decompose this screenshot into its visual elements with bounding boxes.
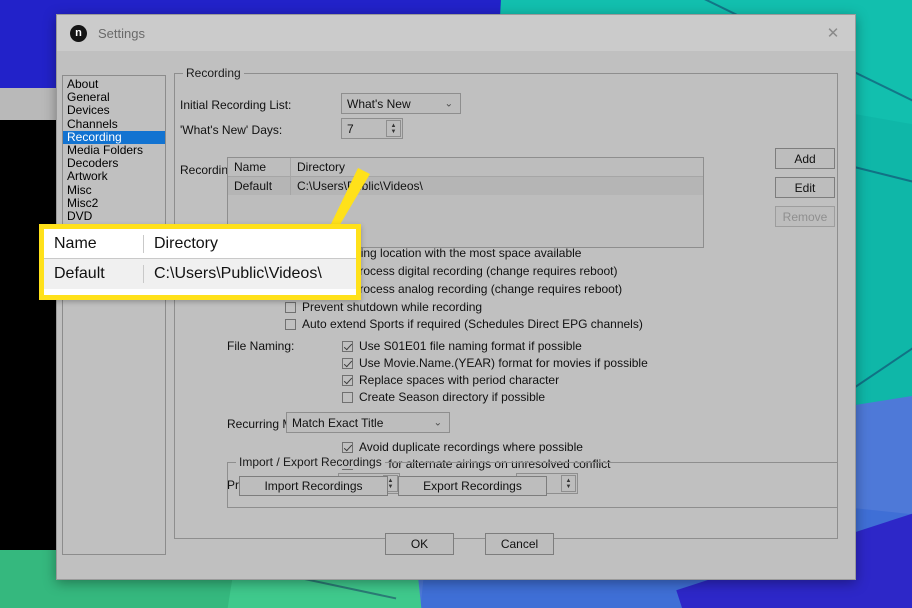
sidebar-item-recording[interactable]: Recording — [63, 130, 165, 144]
app-logo-icon: n — [70, 24, 87, 42]
option-prevent-shutdown[interactable]: Prevent shutdown while recording — [285, 300, 482, 314]
title-bar: n Settings ✕ — [57, 15, 855, 51]
callout-header-row: Name Directory — [44, 229, 356, 259]
add-button[interactable]: Add — [775, 148, 835, 169]
chevron-down-icon: ⌄ — [433, 417, 442, 428]
cancel-button[interactable]: Cancel — [485, 533, 554, 555]
file-naming-label-item: Use Movie.Name.(YEAR) format for movies … — [359, 356, 648, 370]
option-label: Prevent shutdown while recording — [302, 300, 483, 314]
spinner-arrows-icon[interactable]: ▲ ▼ — [386, 120, 401, 137]
file-naming-label-item: Create Season directory if possible — [359, 390, 546, 404]
export-recordings-button[interactable]: Export Recordings — [398, 476, 547, 496]
callout-cell-directory: C:\Users\Public\Videos\ — [154, 265, 322, 282]
table-header-row: Name Directory — [228, 158, 703, 177]
checkbox-icon[interactable] — [342, 357, 353, 369]
file-naming-label-item: Use S01E01 file naming format if possibl… — [359, 339, 582, 353]
close-icon[interactable]: ✕ — [811, 15, 855, 51]
sidebar-item-misc[interactable]: Misc — [63, 183, 165, 197]
initial-recording-list-label: Initial Recording List: — [180, 98, 292, 112]
window-title: Settings — [98, 25, 145, 41]
file-naming-replace-spaces[interactable]: Replace spaces with period character — [342, 373, 559, 387]
callout-cell-name: Default — [44, 265, 144, 283]
remove-button: Remove — [775, 206, 835, 227]
file-naming-label: File Naming: — [227, 339, 295, 353]
callout-header-directory: Directory — [154, 234, 219, 252]
recurring-match-value: Match Exact Title — [292, 415, 384, 430]
edit-button[interactable]: Edit — [775, 177, 835, 198]
initial-recording-list-select[interactable]: What's New ⌄ — [341, 93, 461, 114]
sidebar-item-artwork[interactable]: Artwork — [63, 170, 165, 183]
file-naming-movie-year[interactable]: Use Movie.Name.(YEAR) format for movies … — [342, 356, 648, 370]
column-header-name: Name — [228, 158, 291, 176]
sidebar-item-channels[interactable]: Channels — [63, 117, 165, 131]
option-avoid-duplicates[interactable]: Avoid duplicate recordings where possibl… — [342, 440, 583, 454]
checkbox-icon[interactable] — [342, 441, 353, 453]
checkbox-icon[interactable] — [285, 301, 296, 313]
callout-data-row: Default C:\Users\Public\Videos\ — [44, 259, 356, 289]
checkbox-icon[interactable] — [285, 318, 296, 330]
table-row[interactable]: Default C:\Users\Public\Videos\ — [228, 177, 703, 195]
file-naming-s01e01[interactable]: Use S01E01 file naming format if possibl… — [342, 339, 582, 353]
import-export-group-box: Import / Export Recordings Import Record… — [227, 455, 838, 508]
whats-new-days-stepper[interactable]: 7 ▲ ▼ — [341, 118, 403, 139]
whats-new-days-value: 7 — [347, 121, 354, 136]
recording-group-title: Recording — [183, 66, 244, 80]
cell-name: Default — [228, 177, 291, 195]
whats-new-days-label: 'What's New' Days: — [180, 123, 283, 137]
checkbox-icon[interactable] — [342, 374, 353, 386]
recurring-match-select[interactable]: Match Exact Title ⌄ — [286, 412, 450, 433]
checkbox-icon[interactable] — [342, 340, 353, 352]
import-recordings-button[interactable]: Import Recordings — [239, 476, 388, 496]
sidebar-item-devices[interactable]: Devices — [63, 104, 165, 117]
initial-recording-list-value: What's New — [347, 96, 411, 111]
import-export-group-title: Import / Export Recordings — [236, 455, 385, 469]
chevron-down-icon: ⌄ — [444, 98, 453, 109]
ok-button[interactable]: OK — [385, 533, 454, 555]
file-naming-label-item: Replace spaces with period character — [359, 373, 560, 387]
recurring-option-label: Avoid duplicate recordings where possibl… — [359, 440, 583, 454]
file-naming-season-directory[interactable]: Create Season directory if possible — [342, 390, 545, 404]
callout-header-name: Name — [44, 234, 144, 253]
window-body: About General Devices Channels Recording… — [57, 51, 855, 579]
sidebar-item-misc2[interactable]: Misc2 — [63, 196, 165, 210]
directory-callout: Name Directory Default C:\Users\Public\V… — [39, 224, 361, 300]
checkbox-icon[interactable] — [342, 391, 353, 403]
option-auto-extend-sports[interactable]: Auto extend Sports if required (Schedule… — [285, 317, 643, 331]
settings-category-list[interactable]: About General Devices Channels Recording… — [62, 75, 166, 555]
option-label: Auto extend Sports if required (Schedule… — [302, 317, 643, 331]
